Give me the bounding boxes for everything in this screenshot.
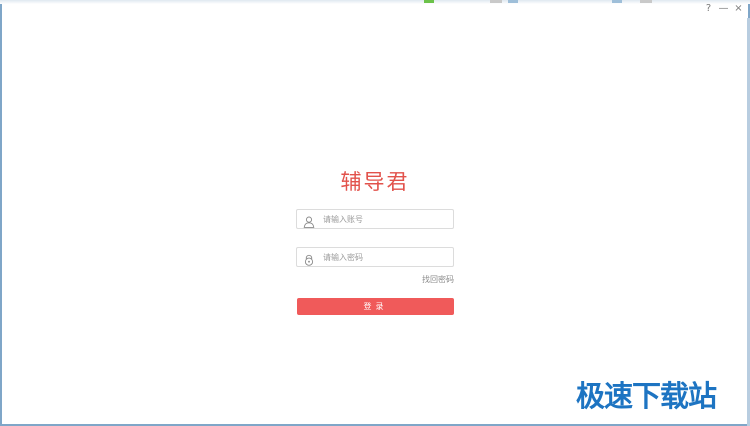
forgot-password-link[interactable]: 找回密码 [412,274,454,285]
window-top-strip [0,0,750,4]
help-button[interactable]: ? [703,3,714,15]
account-field[interactable] [296,209,454,229]
close-button[interactable]: × [733,3,744,15]
password-field[interactable] [296,247,454,267]
login-button[interactable]: 登录 [297,298,454,315]
account-input[interactable] [323,214,443,224]
window-controls: ? — × [703,2,744,16]
password-input[interactable] [323,252,443,262]
app-logo-title: 辅导君 [340,170,410,194]
minimize-button[interactable]: — [718,3,729,15]
lock-icon [303,251,315,266]
user-icon [303,213,315,228]
watermark-logo: 极速下载站 [576,379,717,413]
